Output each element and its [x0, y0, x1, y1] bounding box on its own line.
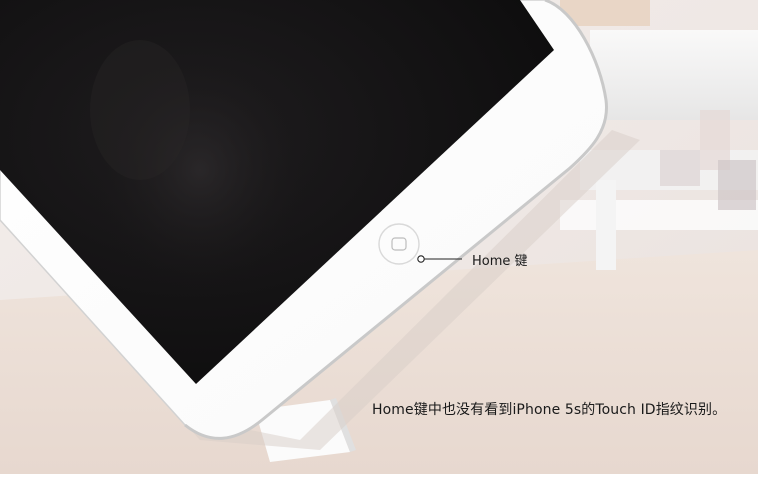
photo-scene: Home 键 Home键中也没有看到iPhone 5s的Touch ID指纹识别…: [0, 0, 758, 474]
photo-caption: Home键中也没有看到iPhone 5s的Touch ID指纹识别。: [372, 402, 727, 418]
callout-marker-icon: [417, 255, 425, 263]
home-button: [378, 223, 420, 265]
home-key-label: Home 键: [472, 254, 528, 269]
